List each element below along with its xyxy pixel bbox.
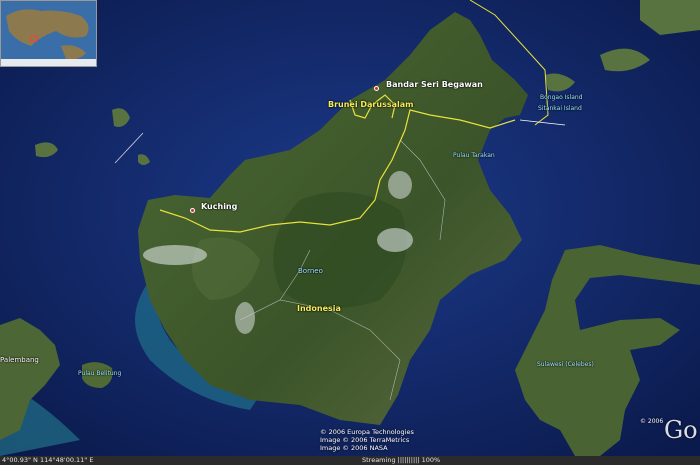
- bandar-label[interactable]: Bandar Seri Begawan: [386, 81, 483, 89]
- bongao-label[interactable]: Bongao Island: [540, 95, 583, 101]
- borneo-label[interactable]: Borneo: [298, 268, 323, 275]
- cloud: [143, 245, 207, 265]
- google-logo: Go: [664, 416, 698, 444]
- overview-map[interactable]: [0, 0, 97, 67]
- map-viewport[interactable]: Bandar Seri Begawan Brunei Darussalam Ku…: [0, 0, 700, 465]
- pointer-coordinates: 4°00.93" N 114°48'00.11" E: [2, 456, 94, 464]
- kuching-city-dot[interactable]: [190, 208, 195, 213]
- palembang-label[interactable]: Palembang: [0, 357, 39, 364]
- sulawesi-label[interactable]: Sulawesi (Celebes): [537, 362, 594, 368]
- world-overview: [1, 1, 96, 66]
- status-bar: 4°00.93" N 114°48'00.11" E Streaming |||…: [0, 456, 700, 465]
- cloud: [377, 228, 413, 252]
- indonesia-label[interactable]: Indonesia: [297, 305, 341, 313]
- credit-line: Image © 2006 TerraMetrics: [320, 436, 410, 444]
- imagery-credits: © 2006 Europa Technologies Image © 2006 …: [320, 428, 414, 452]
- brunei-label[interactable]: Brunei Darussalam: [328, 101, 413, 109]
- cloud: [235, 302, 255, 334]
- copyright-small: © 2006: [640, 418, 664, 425]
- tarakan-label[interactable]: Pulau Tarakan: [453, 153, 495, 159]
- belitung-label[interactable]: Pulau Belitung: [78, 371, 121, 377]
- cloud: [388, 171, 412, 199]
- credit-line: © 2006 Europa Technologies: [320, 428, 414, 436]
- credit-line: Image © 2006 NASA: [320, 444, 388, 452]
- satellite-map[interactable]: [0, 0, 700, 465]
- streaming-indicator: Streaming |||||||||| 100%: [362, 456, 441, 464]
- sitankai-label[interactable]: Sitankai Island: [538, 106, 582, 112]
- kuching-label[interactable]: Kuching: [201, 203, 237, 211]
- bandar-city-dot[interactable]: [374, 86, 379, 91]
